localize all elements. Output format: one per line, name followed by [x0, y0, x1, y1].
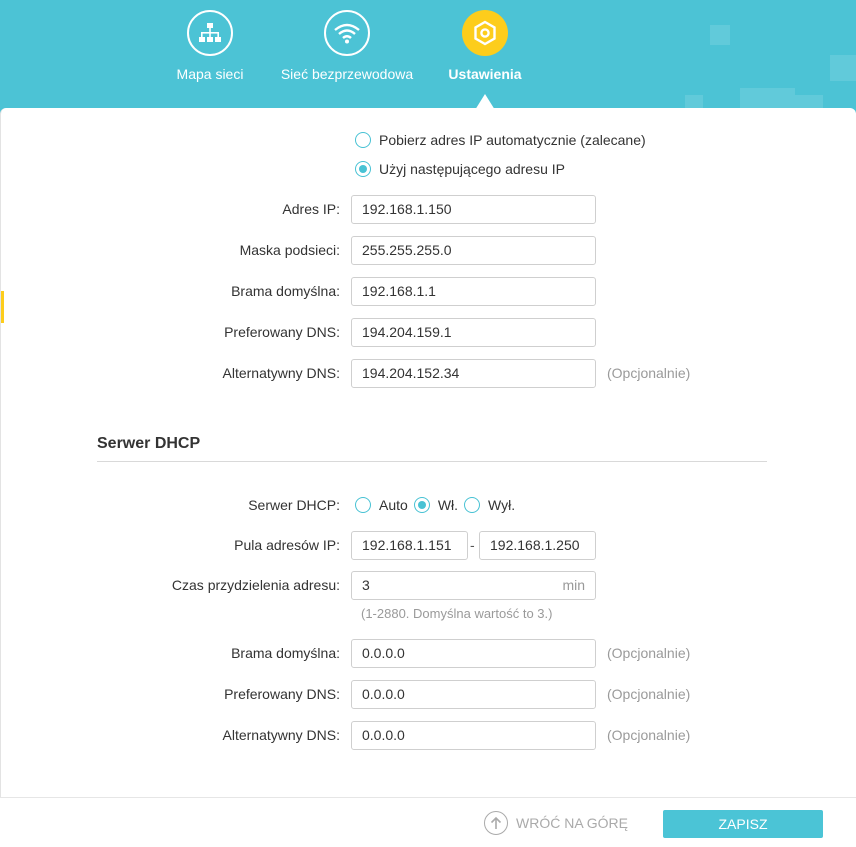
lan-gateway-row: Brama domyślna: 192.168.1.1	[0, 276, 856, 306]
lan-dns1-label: Preferowany DNS:	[224, 324, 340, 340]
save-button[interactable]: ZAPISZ	[663, 810, 823, 838]
lan-ip-input[interactable]: 192.168.1.150	[351, 194, 596, 224]
dhcp-dns1-input[interactable]: 0.0.0.0	[351, 679, 596, 709]
decorative-square	[740, 88, 795, 110]
lan-dns2-value: 194.204.152.34	[362, 365, 460, 381]
dhcp-on-label: Wł.	[437, 497, 459, 513]
lan-mask-input[interactable]: 255.255.255.0	[351, 235, 596, 265]
settings-gear-icon	[462, 10, 508, 56]
dhcp-server-row: Serwer DHCP: Auto Wł. Wył.	[0, 490, 856, 520]
dhcp-pool-row: Pula adresów IP: 192.168.1.151 - 192.168…	[0, 530, 856, 560]
dhcp-dns2-input[interactable]: 0.0.0.0	[351, 720, 596, 750]
lan-gateway-input[interactable]: 192.168.1.1	[351, 276, 596, 306]
lan-gateway-label: Brama domyślna:	[231, 283, 340, 299]
dhcp-pool-end-input[interactable]: 192.168.1.250	[479, 530, 596, 560]
lan-ip-value: 192.168.1.150	[362, 201, 452, 217]
dhcp-dns1-value: 0.0.0.0	[362, 686, 405, 702]
lan-mask-row: Maska podsieci: 255.255.255.0	[0, 235, 856, 265]
dhcp-off-radio[interactable]	[464, 497, 481, 513]
lan-dns2-label: Alternatywny DNS:	[222, 365, 340, 381]
lan-dns1-value: 194.204.159.1	[362, 324, 452, 340]
dhcp-pool-start-input[interactable]: 192.168.1.151	[351, 530, 468, 560]
dhcp-dns1-optional: (Opcjonalnie)	[607, 686, 691, 702]
ip-mode-auto-option[interactable]: Pobierz adres IP automatycznie (zalecane…	[355, 132, 646, 148]
dhcp-dns2-value: 0.0.0.0	[362, 727, 405, 743]
dhcp-pool-end-value: 192.168.1.250	[490, 537, 580, 553]
nav-item-wireless[interactable]: Sieć bezprzewodowa	[272, 10, 422, 82]
dhcp-lease-value: 3	[362, 577, 370, 593]
decorative-square	[830, 55, 856, 81]
lan-ip-label: Adres IP:	[282, 201, 340, 217]
dhcp-gateway-input[interactable]: 0.0.0.0	[351, 638, 596, 668]
dhcp-lease-input[interactable]: 3 min	[351, 570, 596, 600]
lan-mask-value: 255.255.255.0	[362, 242, 452, 258]
lan-dns2-row: Alternatywny DNS: 194.204.152.34 (Opcjon…	[0, 358, 856, 388]
dhcp-gateway-label: Brama domyślna:	[231, 645, 340, 661]
dhcp-section-title: Serwer DHCP	[97, 435, 201, 452]
dhcp-mode-radios: Auto Wł. Wył.	[355, 497, 515, 513]
dhcp-lease-unit: min	[562, 577, 585, 593]
dhcp-pool-label: Pula adresów IP:	[234, 537, 340, 553]
lan-dns1-input[interactable]: 194.204.159.1	[351, 317, 596, 347]
dhcp-off-label: Wył.	[488, 497, 516, 513]
lan-dns2-input[interactable]: 194.204.152.34	[351, 358, 596, 388]
lan-dns2-optional: (Opcjonalnie)	[607, 365, 691, 381]
dhcp-on-radio[interactable]	[413, 497, 430, 513]
dhcp-lease-label: Czas przydzielenia adresu:	[171, 577, 340, 593]
dhcp-gateway-row: Brama domyślna: 0.0.0.0 (Opcjonalnie)	[0, 638, 856, 668]
decorative-square	[710, 25, 730, 45]
lan-gateway-value: 192.168.1.1	[362, 283, 436, 299]
nav-item-settings[interactable]: Ustawienia	[410, 10, 560, 82]
dhcp-dns2-row: Alternatywny DNS: 0.0.0.0 (Opcjonalnie)	[0, 720, 856, 750]
ip-mode-manual-radio[interactable]	[355, 161, 371, 177]
dhcp-auto-radio[interactable]	[355, 497, 371, 513]
wifi-icon	[324, 10, 370, 56]
dhcp-lease-row: Czas przydzielenia adresu: 3 min	[0, 570, 856, 600]
back-to-top-link[interactable]: WRÓĆ NA GÓRĘ	[484, 811, 628, 835]
footer-bar: WRÓĆ NA GÓRĘ ZAPISZ	[0, 797, 856, 847]
dhcp-lease-hint: (1-2880. Domyślna wartość to 3.)	[361, 606, 553, 621]
back-to-top-label: WRÓĆ NA GÓRĘ	[516, 815, 629, 831]
dhcp-pool-start-value: 192.168.1.151	[362, 537, 452, 553]
arrow-up-icon	[484, 811, 508, 835]
section-divider	[97, 461, 767, 462]
ip-mode-manual-option[interactable]: Użyj następującego adresu IP	[355, 161, 565, 177]
dhcp-server-label: Serwer DHCP:	[248, 497, 340, 513]
nav-item-network-map[interactable]: Mapa sieci	[135, 10, 285, 82]
ip-mode-manual-label: Użyj następującego adresu IP	[379, 161, 565, 177]
dhcp-auto-label: Auto	[379, 497, 408, 513]
nav-label-network-map: Mapa sieci	[176, 66, 244, 82]
lan-ip-row: Adres IP: 192.168.1.150	[0, 194, 856, 224]
dhcp-dns1-label: Preferowany DNS:	[224, 686, 340, 702]
dhcp-gateway-value: 0.0.0.0	[362, 645, 405, 661]
ip-mode-auto-label: Pobierz adres IP automatycznie (zalecane…	[379, 132, 646, 148]
lan-mask-label: Maska podsieci:	[239, 242, 340, 258]
top-navigation: Mapa sieci Sieć bezprzewodowa Ustawienia	[0, 0, 856, 110]
dhcp-dns2-optional: (Opcjonalnie)	[607, 727, 691, 743]
dhcp-gateway-optional: (Opcjonalnie)	[607, 645, 691, 661]
dhcp-dns1-row: Preferowany DNS: 0.0.0.0 (Opcjonalnie)	[0, 679, 856, 709]
ip-mode-auto-radio[interactable]	[355, 132, 371, 148]
nav-label-settings: Ustawienia	[448, 66, 522, 82]
dhcp-dns2-label: Alternatywny DNS:	[222, 727, 340, 743]
nav-label-wireless: Sieć bezprzewodowa	[280, 66, 414, 82]
dhcp-pool-separator: -	[470, 537, 475, 553]
network-map-icon	[187, 10, 233, 56]
lan-dns1-row: Preferowany DNS: 194.204.159.1	[0, 317, 856, 347]
